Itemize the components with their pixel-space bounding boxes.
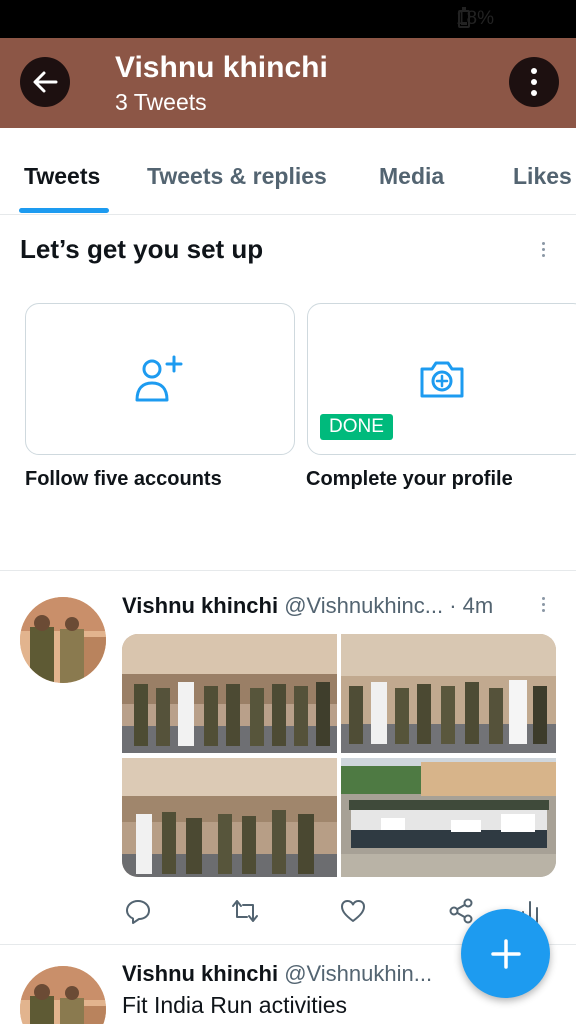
tab-media[interactable]: Media — [379, 163, 444, 190]
tweet-photo[interactable] — [122, 634, 337, 753]
follow-accounts-card[interactable] — [25, 303, 295, 455]
arrow-left-icon — [33, 71, 58, 93]
like-icon — [341, 900, 365, 922]
status-bar: 18% — [0, 0, 576, 38]
compose-tweet-button[interactable] — [461, 909, 550, 998]
add-user-icon — [135, 355, 183, 402]
battery-level: 18% — [455, 8, 494, 29]
avatar[interactable] — [20, 597, 106, 683]
tweet-header: Vishnu khinchi @Vishnukhin... — [122, 961, 432, 987]
more-vertical-icon — [531, 68, 537, 96]
profile-tabs: Tweets Tweets & replies Media Likes — [0, 128, 576, 215]
tab-tweets[interactable]: Tweets — [24, 163, 100, 190]
retweet-icon — [232, 900, 258, 922]
tab-likes[interactable]: Likes — [513, 163, 572, 190]
tweet-author-name[interactable]: Vishnu khinchi — [122, 961, 278, 986]
tab-tweets-replies[interactable]: Tweets & replies — [147, 163, 327, 190]
setup-title: Let’s get you set up — [20, 234, 264, 264]
tweet-time: · 4m — [449, 593, 494, 618]
done-badge: DONE — [320, 414, 393, 440]
like-button[interactable] — [340, 898, 366, 929]
reply-button[interactable] — [125, 898, 151, 929]
active-tab-indicator — [19, 208, 109, 213]
plus-icon — [490, 938, 521, 969]
reply-icon — [126, 900, 150, 924]
tweet-photo[interactable] — [122, 758, 337, 877]
tweet-more-icon[interactable] — [542, 597, 545, 612]
setup-more-icon[interactable] — [542, 242, 545, 257]
tweet-author-name[interactable]: Vishnu khinchi — [122, 593, 278, 618]
tweet-author-handle[interactable]: @Vishnukhin... — [284, 961, 432, 986]
tweet-author-handle[interactable]: @Vishnukhinc... — [284, 593, 443, 618]
profile-name: Vishnu khinchi — [115, 51, 328, 84]
complete-profile-card[interactable]: DONE — [307, 303, 576, 455]
tweet-photo[interactable] — [341, 634, 556, 753]
complete-profile-label: Complete your profile — [306, 468, 513, 490]
tweet-media-grid — [122, 634, 556, 877]
section-divider — [0, 570, 576, 571]
more-options-button[interactable] — [509, 57, 559, 107]
follow-accounts-label: Follow five accounts — [25, 468, 222, 490]
retweet-button[interactable] — [231, 898, 259, 929]
tweet-photo[interactable] — [341, 758, 556, 877]
tweet-text: Fit India Run activities — [122, 992, 347, 1018]
tweet-count: 3 Tweets — [115, 89, 207, 115]
share-icon — [449, 898, 473, 924]
avatar[interactable] — [20, 966, 106, 1024]
profile-header: Vishnu khinchi 3 Tweets — [0, 38, 576, 128]
tweet-header: Vishnu khinchi @Vishnukhinc... · 4m — [122, 593, 493, 619]
camera-plus-icon — [420, 361, 464, 398]
back-button[interactable] — [20, 57, 70, 107]
